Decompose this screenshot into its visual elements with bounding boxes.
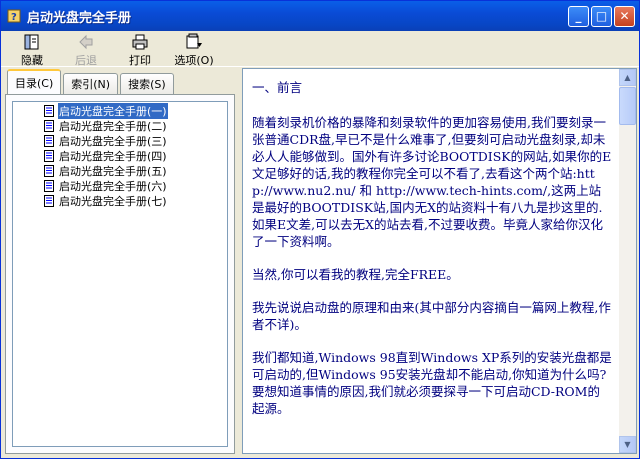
- tree-item-label: 启动光盘完全手册(六): [59, 179, 167, 193]
- tree-item-label: 启动光盘完全手册(五): [59, 164, 167, 178]
- topic-pane: 一、前言 随着刻录机价格的暴降和刻录软件的更加容易使用,我们要刻录一张普通CDR…: [242, 68, 637, 454]
- tree-item-label: 启动光盘完全手册(三): [59, 134, 167, 148]
- options-label: 选项(O): [174, 54, 214, 67]
- tab-index[interactable]: 索引(N): [63, 73, 119, 94]
- scroll-down-button[interactable]: ▼: [619, 436, 636, 453]
- tree-item[interactable]: 启动光盘完全手册(五): [13, 163, 227, 178]
- back-arrow-icon: [79, 34, 93, 50]
- scroll-up-button[interactable]: ▲: [619, 69, 636, 86]
- tree-item[interactable]: 启动光盘完全手册(三): [13, 133, 227, 148]
- help-window: ? 启动光盘完全手册 _ □ ✕ 隐藏 后退 打印 选项(O) 目录(C) 索引…: [0, 0, 640, 459]
- tab-contents[interactable]: 目录(C): [7, 69, 62, 95]
- topic-paragraph: 当然,你可以看我的教程,完全FREE。: [252, 267, 459, 282]
- pane-splitter[interactable]: [237, 68, 241, 454]
- svg-text:?: ?: [11, 12, 17, 23]
- window-title: 启动光盘完全手册: [27, 10, 132, 26]
- book-page-icon: [44, 194, 54, 207]
- close-button[interactable]: ✕: [614, 5, 635, 27]
- contents-tree[interactable]: 启动光盘完全手册(一) 启动光盘完全手册(二) 启动光盘完全手册(三) 启动光盘…: [12, 101, 228, 447]
- topic-paragraph: 我们都知道,Windows 98直到Windows XP系列的安装光盘都是可启动…: [252, 350, 612, 416]
- book-page-icon: [44, 119, 54, 132]
- toolbar: 隐藏 后退 打印 选项(O): [1, 31, 639, 67]
- scroll-thumb[interactable]: [619, 87, 636, 125]
- print-label: 打印: [129, 54, 151, 67]
- tree-item[interactable]: 启动光盘完全手册(二): [13, 118, 227, 133]
- navigation-pane: 目录(C) 索引(N) 搜索(S) 启动光盘完全手册(一) 启动光盘完全手册(二…: [5, 68, 235, 454]
- book-page-icon: [44, 164, 54, 177]
- book-page-icon: [44, 104, 54, 117]
- maximize-button[interactable]: □: [591, 5, 612, 27]
- tree-item[interactable]: 启动光盘完全手册(四): [13, 148, 227, 163]
- hide-icon: [24, 34, 39, 50]
- hide-button[interactable]: 隐藏: [9, 33, 55, 68]
- print-button[interactable]: 打印: [117, 33, 163, 68]
- tree-item-label: 启动光盘完全手册(一): [58, 102, 168, 119]
- nav-tabs: 目录(C) 索引(N) 搜索(S): [5, 68, 235, 95]
- vertical-scrollbar[interactable]: ▲ ▼: [619, 69, 636, 453]
- tree-item[interactable]: 启动光盘完全手册(六): [13, 178, 227, 193]
- book-page-icon: [44, 149, 54, 162]
- tree-item-label: 启动光盘完全手册(四): [59, 149, 167, 163]
- back-label: 后退: [75, 54, 97, 67]
- printer-icon: [132, 34, 148, 50]
- topic-content: 一、前言 随着刻录机价格的暴降和刻录软件的更加容易使用,我们要刻录一张普通CDR…: [243, 69, 619, 453]
- book-page-icon: [44, 179, 54, 192]
- options-button[interactable]: 选项(O): [171, 33, 217, 68]
- options-icon: [186, 33, 202, 49]
- help-app-icon: ?: [7, 8, 23, 24]
- back-button[interactable]: 后退: [63, 33, 109, 68]
- hide-label: 隐藏: [21, 54, 43, 67]
- tree-item[interactable]: 启动光盘完全手册(七): [13, 193, 227, 208]
- topic-heading: 一、前言: [252, 80, 303, 95]
- tree-item-label: 启动光盘完全手册(二): [59, 119, 167, 133]
- topic-paragraph: 我先说说启动盘的原理和由来(其中部分内容摘自一篇网上教程,作者不详)。: [252, 300, 611, 332]
- contents-panel: 启动光盘完全手册(一) 启动光盘完全手册(二) 启动光盘完全手册(三) 启动光盘…: [5, 94, 235, 454]
- tree-item[interactable]: 启动光盘完全手册(一): [13, 102, 227, 119]
- minimize-button[interactable]: _: [568, 5, 589, 27]
- topic-paragraph: 随着刻录机价格的暴降和刻录软件的更加容易使用,我们要刻录一张普通CDR盘,早已不…: [252, 115, 612, 249]
- title-bar[interactable]: ? 启动光盘完全手册 _ □ ✕: [1, 1, 639, 31]
- tree-item-label: 启动光盘完全手册(七): [59, 194, 167, 208]
- tab-search[interactable]: 搜索(S): [120, 73, 174, 94]
- book-page-icon: [44, 134, 54, 147]
